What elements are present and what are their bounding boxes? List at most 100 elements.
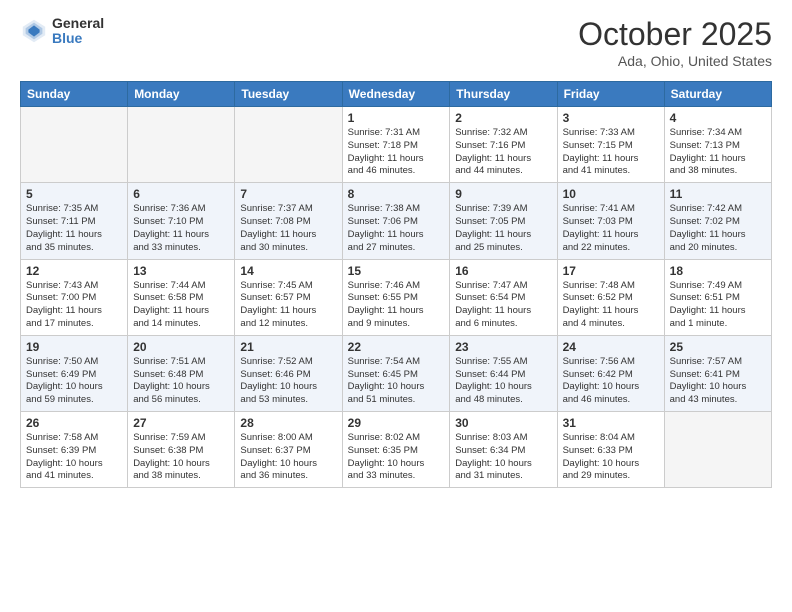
calendar-day-cell: 30Sunrise: 8:03 AM Sunset: 6:34 PM Dayli…	[450, 412, 557, 488]
day-number: 9	[455, 187, 551, 201]
calendar-day-cell	[128, 107, 235, 183]
calendar-day-cell: 23 Sunrise: 7:55 AM Sunset: 6:44 PM Dayli…	[450, 335, 557, 411]
page-header: General Blue October 2025 Ada, Ohio, Uni…	[20, 16, 772, 69]
day-info: Sunrise: 7:37 AM Sunset: 7:08 PM Dayligh…	[240, 203, 336, 254]
day-info: Sunrise: 7:50 AM Sunset: 6:49 PM Dayligh…	[26, 356, 122, 407]
day-info: Sunrise: 7:51 AM Sunset: 6:48 PM Dayligh…	[133, 356, 229, 407]
calendar-day-cell: 5 Sunrise: 7:35 AM Sunset: 7:11 PM Daylig…	[21, 183, 128, 259]
day-number: 30	[455, 416, 551, 430]
day-info: Sunrise: 8:00 AM Sunset: 6:37 PM Dayligh…	[240, 432, 336, 483]
day-info: Sunrise: 7:44 AM Sunset: 6:58 PM Dayligh…	[133, 280, 229, 331]
day-info: Sunrise: 7:34 AM Sunset: 7:13 PM Dayligh…	[670, 127, 766, 178]
day-number: 24	[563, 340, 659, 354]
day-info: Sunrise: 7:35 AM Sunset: 7:11 PM Dayligh…	[26, 203, 122, 254]
day-info: Sunrise: 7:42 AM Sunset: 7:02 PM Dayligh…	[670, 203, 766, 254]
calendar-day-cell: 19 Sunrise: 7:50 AM Sunset: 6:49 PM Dayli…	[21, 335, 128, 411]
calendar-day-cell: 6 Sunrise: 7:36 AM Sunset: 7:10 PM Daylig…	[128, 183, 235, 259]
logo-general-text: General	[52, 16, 104, 31]
calendar-day-cell: 17 Sunrise: 7:48 AM Sunset: 6:52 PM Dayli…	[557, 259, 664, 335]
day-info: Sunrise: 7:31 AM Sunset: 7:18 PM Dayligh…	[348, 127, 445, 178]
day-number: 12	[26, 264, 122, 278]
calendar-header: SundayMondayTuesdayWednesdayThursdayFrid…	[21, 82, 772, 107]
day-info: Sunrise: 7:56 AM Sunset: 6:42 PM Dayligh…	[563, 356, 659, 407]
day-info: Sunrise: 8:02 AM Sunset: 6:35 PM Dayligh…	[348, 432, 445, 483]
calendar-day-cell: 13 Sunrise: 7:44 AM Sunset: 6:58 PM Dayli…	[128, 259, 235, 335]
day-number: 20	[133, 340, 229, 354]
weekday-header-thursday: Thursday	[450, 82, 557, 107]
logo-blue-text: Blue	[52, 31, 104, 46]
day-info: Sunrise: 7:52 AM Sunset: 6:46 PM Dayligh…	[240, 356, 336, 407]
calendar-day-cell	[664, 412, 771, 488]
weekday-header-tuesday: Tuesday	[235, 82, 342, 107]
calendar-day-cell: 28 Sunrise: 8:00 AM Sunset: 6:37 PM Dayli…	[235, 412, 342, 488]
day-info: Sunrise: 7:48 AM Sunset: 6:52 PM Dayligh…	[563, 280, 659, 331]
day-number: 16	[455, 264, 551, 278]
day-number: 11	[670, 187, 766, 201]
calendar-day-cell: 9Sunrise: 7:39 AM Sunset: 7:05 PM Daylig…	[450, 183, 557, 259]
day-info: Sunrise: 7:54 AM Sunset: 6:45 PM Dayligh…	[348, 356, 445, 407]
day-number: 28	[240, 416, 336, 430]
calendar-body: 1 Sunrise: 7:31 AM Sunset: 7:18 PM Daylig…	[21, 107, 772, 488]
day-info: Sunrise: 7:55 AM Sunset: 6:44 PM Dayligh…	[455, 356, 551, 407]
calendar-day-cell: 7 Sunrise: 7:37 AM Sunset: 7:08 PM Daylig…	[235, 183, 342, 259]
calendar-day-cell: 8Sunrise: 7:38 AM Sunset: 7:06 PM Daylig…	[342, 183, 450, 259]
month-title: October 2025	[578, 16, 772, 53]
calendar-day-cell: 10Sunrise: 7:41 AM Sunset: 7:03 PM Dayli…	[557, 183, 664, 259]
day-info: Sunrise: 7:57 AM Sunset: 6:41 PM Dayligh…	[670, 356, 766, 407]
calendar-week-row: 1 Sunrise: 7:31 AM Sunset: 7:18 PM Daylig…	[21, 107, 772, 183]
day-number: 4	[670, 111, 766, 125]
day-info: Sunrise: 7:33 AM Sunset: 7:15 PM Dayligh…	[563, 127, 659, 178]
weekday-header-monday: Monday	[128, 82, 235, 107]
day-number: 6	[133, 187, 229, 201]
day-number: 13	[133, 264, 229, 278]
weekday-header-wednesday: Wednesday	[342, 82, 450, 107]
day-number: 10	[563, 187, 659, 201]
logo: General Blue	[20, 16, 104, 47]
calendar-day-cell: 15Sunrise: 7:46 AM Sunset: 6:55 PM Dayli…	[342, 259, 450, 335]
day-number: 27	[133, 416, 229, 430]
logo-icon	[20, 17, 48, 45]
calendar-week-row: 12 Sunrise: 7:43 AM Sunset: 7:00 PM Dayli…	[21, 259, 772, 335]
day-number: 22	[348, 340, 445, 354]
day-number: 14	[240, 264, 336, 278]
day-number: 5	[26, 187, 122, 201]
day-number: 17	[563, 264, 659, 278]
day-number: 29	[348, 416, 445, 430]
day-number: 2	[455, 111, 551, 125]
calendar-day-cell: 20 Sunrise: 7:51 AM Sunset: 6:48 PM Dayli…	[128, 335, 235, 411]
calendar-day-cell: 14 Sunrise: 7:45 AM Sunset: 6:57 PM Dayli…	[235, 259, 342, 335]
calendar-day-cell: 1 Sunrise: 7:31 AM Sunset: 7:18 PM Daylig…	[342, 107, 450, 183]
day-info: Sunrise: 7:47 AM Sunset: 6:54 PM Dayligh…	[455, 280, 551, 331]
day-number: 1	[348, 111, 445, 125]
calendar-day-cell: 18Sunrise: 7:49 AM Sunset: 6:51 PM Dayli…	[664, 259, 771, 335]
calendar-day-cell: 2Sunrise: 7:32 AM Sunset: 7:16 PM Daylig…	[450, 107, 557, 183]
calendar-week-row: 19 Sunrise: 7:50 AM Sunset: 6:49 PM Dayli…	[21, 335, 772, 411]
day-number: 19	[26, 340, 122, 354]
calendar-day-cell	[235, 107, 342, 183]
day-number: 23	[455, 340, 551, 354]
day-number: 31	[563, 416, 659, 430]
day-info: Sunrise: 7:43 AM Sunset: 7:00 PM Dayligh…	[26, 280, 122, 331]
calendar-day-cell: 22 Sunrise: 7:54 AM Sunset: 6:45 PM Dayli…	[342, 335, 450, 411]
day-number: 7	[240, 187, 336, 201]
day-info: Sunrise: 8:04 AM Sunset: 6:33 PM Dayligh…	[563, 432, 659, 483]
location-text: Ada, Ohio, United States	[578, 53, 772, 69]
title-block: October 2025 Ada, Ohio, United States	[578, 16, 772, 69]
calendar-table: SundayMondayTuesdayWednesdayThursdayFrid…	[20, 81, 772, 488]
weekday-header-friday: Friday	[557, 82, 664, 107]
calendar-week-row: 26 Sunrise: 7:58 AM Sunset: 6:39 PM Dayli…	[21, 412, 772, 488]
day-info: Sunrise: 7:36 AM Sunset: 7:10 PM Dayligh…	[133, 203, 229, 254]
day-number: 26	[26, 416, 122, 430]
calendar-day-cell: 3 Sunrise: 7:33 AM Sunset: 7:15 PM Daylig…	[557, 107, 664, 183]
weekday-header-saturday: Saturday	[664, 82, 771, 107]
day-info: Sunrise: 7:58 AM Sunset: 6:39 PM Dayligh…	[26, 432, 122, 483]
calendar-day-cell: 11 Sunrise: 7:42 AM Sunset: 7:02 PM Dayli…	[664, 183, 771, 259]
calendar-day-cell: 4 Sunrise: 7:34 AM Sunset: 7:13 PM Daylig…	[664, 107, 771, 183]
weekday-header-sunday: Sunday	[21, 82, 128, 107]
calendar-day-cell: 21Sunrise: 7:52 AM Sunset: 6:46 PM Dayli…	[235, 335, 342, 411]
calendar-week-row: 5 Sunrise: 7:35 AM Sunset: 7:11 PM Daylig…	[21, 183, 772, 259]
day-number: 3	[563, 111, 659, 125]
calendar-day-cell: 27Sunrise: 7:59 AM Sunset: 6:38 PM Dayli…	[128, 412, 235, 488]
day-info: Sunrise: 7:45 AM Sunset: 6:57 PM Dayligh…	[240, 280, 336, 331]
calendar-day-cell: 26 Sunrise: 7:58 AM Sunset: 6:39 PM Dayli…	[21, 412, 128, 488]
